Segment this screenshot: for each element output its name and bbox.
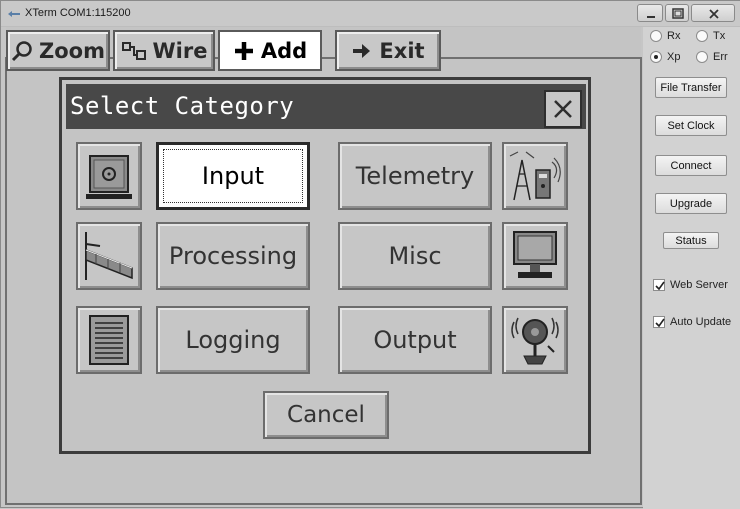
auto-update-checkbox[interactable]: Auto Update [653,316,731,328]
misc-label: Misc [388,242,442,270]
sensor-icon [86,155,132,199]
add-button[interactable]: Add [218,30,322,71]
close-window-button[interactable] [691,4,735,22]
wire-button[interactable]: Wire [113,30,215,71]
maximize-button[interactable] [665,4,689,22]
connect-label: Connect [670,159,712,172]
wire-label: Wire [152,38,208,63]
status-button[interactable]: Status [663,232,719,249]
logging-category-icon[interactable] [76,306,142,374]
magnifier-icon [11,40,32,61]
document-icon [89,315,129,365]
radio-xp[interactable]: Xp [650,51,680,63]
radio-tower-icon [509,151,561,201]
radio-circle [696,30,708,42]
processing-category-button[interactable]: Processing [156,222,310,290]
connect-button[interactable]: Connect [655,155,727,176]
misc-category-icon[interactable] [502,222,568,290]
select-category-dialog: Select Category Input Telemetry Processi… [59,77,591,454]
file-transfer-label: File Transfer [660,81,722,94]
cancel-label: Cancel [287,402,365,428]
monitor-icon [513,231,557,278]
maximize-icon [672,8,684,19]
web-server-label: Web Server [670,279,728,291]
app-window: XTerm COM1:115200 Zoom Wire Add Exit Sel… [0,0,740,509]
input-category-icon[interactable] [76,142,142,210]
file-transfer-button[interactable]: File Transfer [655,77,727,98]
dialog-close-button[interactable] [544,90,582,128]
minimize-button[interactable] [637,4,663,22]
arrow-right-icon [353,43,371,58]
zoom-button[interactable]: Zoom [6,30,110,71]
logging-label: Logging [185,326,281,354]
processing-label: Processing [168,242,298,270]
alarm-bell-icon [511,317,559,365]
conveyor-icon [85,232,133,280]
exit-label: Exit [379,38,425,63]
cancel-button[interactable]: Cancel [263,391,389,439]
upgrade-button[interactable]: Upgrade [655,193,727,214]
dialog-title: Select Category [70,92,295,120]
radio-xp-label: Xp [667,51,681,63]
output-category-icon[interactable] [502,306,568,374]
checkmark-icon [655,281,665,291]
window-title: XTerm COM1:115200 [25,7,131,19]
zoom-label: Zoom [39,38,105,63]
set-clock-button[interactable]: Set Clock [655,115,727,136]
input-category-button[interactable]: Input [156,142,310,210]
plus-icon [234,41,253,60]
radio-rx[interactable]: Rx [650,30,680,42]
auto-update-label: Auto Update [670,316,732,328]
app-icon [8,11,20,17]
telemetry-category-button[interactable]: Telemetry [338,142,492,210]
logging-category-button[interactable]: Logging [156,306,310,374]
input-label: Input [201,162,265,190]
radio-tx-label: Tx [713,30,726,42]
upgrade-label: Upgrade [669,197,713,210]
misc-category-button[interactable]: Misc [338,222,492,290]
wire-icon [121,41,146,60]
output-category-button[interactable]: Output [338,306,492,374]
checkmark-icon [655,318,665,328]
checkbox-box [653,279,665,291]
add-label: Add [260,38,308,63]
web-server-checkbox[interactable]: Web Server [653,279,728,291]
processing-category-icon[interactable] [76,222,142,290]
radio-rx-label: Rx [667,30,681,42]
radio-circle [650,30,662,42]
output-label: Output [373,326,457,354]
exit-button[interactable]: Exit [335,30,441,71]
telemetry-category-icon[interactable] [502,142,568,210]
radio-err-label: Err [713,51,728,63]
minimize-icon [647,16,655,18]
checkbox-box [653,316,665,328]
telemetry-label: Telemetry [355,162,475,190]
radio-err[interactable]: Err [696,51,728,63]
status-label: Status [675,234,707,247]
radio-circle [696,51,708,63]
set-clock-label: Set Clock [667,119,715,132]
close-icon [554,100,572,118]
radio-tx[interactable]: Tx [696,30,725,42]
dialog-title-bar: Select Category [66,84,586,129]
side-panel: Rx Tx Xp Err File Transfer Set Clock Con… [643,27,740,509]
title-bar: XTerm COM1:115200 [1,1,740,27]
radio-circle-selected [650,51,662,63]
close-icon [709,9,719,19]
